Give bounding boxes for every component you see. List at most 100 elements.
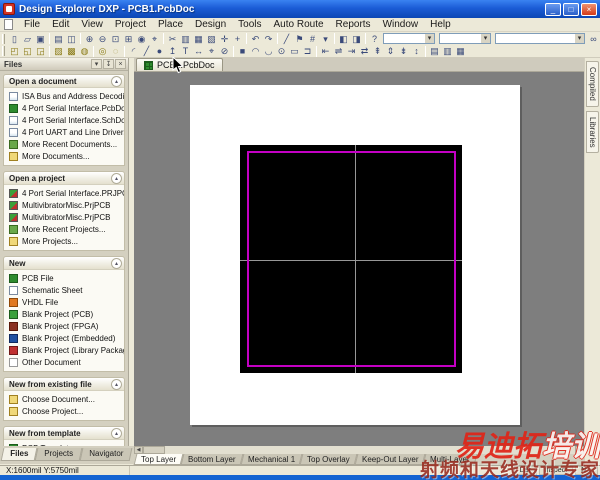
panel-close-icon[interactable]: × <box>115 59 126 69</box>
files-panel-item[interactable]: PCB File <box>4 272 124 284</box>
move-component-icon[interactable]: + <box>231 33 244 45</box>
place-via-icon[interactable]: ↥ <box>166 45 179 57</box>
arc-any-angle-icon[interactable]: ◡ <box>262 45 275 57</box>
files-panel-item[interactable]: Other Document <box>4 356 124 368</box>
section-header[interactable]: New ▴ <box>4 257 124 270</box>
status-button[interactable]: List <box>514 466 537 475</box>
status-button[interactable]: Inspect <box>539 466 574 475</box>
files-panel-item[interactable]: Blank Project (Library Package) <box>4 344 124 356</box>
place-line-icon[interactable]: ╱ <box>140 45 153 57</box>
files-panel-item[interactable]: Schematic Sheet <box>4 284 124 296</box>
zoom-selection-icon[interactable]: ◉ <box>135 33 148 45</box>
panel-tab[interactable]: Navigator <box>80 448 133 461</box>
files-panel-item[interactable]: VHDL File <box>4 296 124 308</box>
files-panel-header[interactable]: Files ▾ ↧ × <box>0 58 128 71</box>
align-right-icon[interactable]: ⇥ <box>345 45 358 57</box>
close-button[interactable]: × <box>581 3 597 16</box>
cross-probe-icon[interactable]: ⌖ <box>148 33 161 45</box>
section-header[interactable]: New from existing file ▴ <box>4 378 124 391</box>
combo-box-2[interactable]: ▾ <box>439 33 491 44</box>
layer-tab[interactable]: Multi-Layer <box>423 454 477 465</box>
select-region-icon[interactable]: ▧ <box>205 33 218 45</box>
print-icon[interactable]: ▤ <box>52 33 65 45</box>
menu-item[interactable]: File <box>18 19 46 30</box>
distribute-vertical-icon[interactable]: ↕ <box>410 45 423 57</box>
layer-tab[interactable]: Mechanical 1 <box>240 454 302 465</box>
route-all-icon[interactable]: ▨ <box>52 45 65 57</box>
menu-item[interactable]: Place <box>152 19 189 30</box>
menu-item[interactable]: View <box>75 19 109 30</box>
minimize-button[interactable]: _ <box>545 3 561 16</box>
design-rule-check-icon[interactable]: ◎ <box>96 45 109 57</box>
snap-grid-icon[interactable]: # <box>306 33 319 45</box>
fit-board-icon[interactable]: ⊞ <box>122 33 135 45</box>
paste-icon[interactable]: ▦ <box>192 33 205 45</box>
toolbar-grip[interactable] <box>2 46 5 56</box>
zoom-in-icon[interactable]: ⊕ <box>83 33 96 45</box>
align-vertical-center-icon[interactable]: ⇕ <box>384 45 397 57</box>
menu-item[interactable]: Window <box>377 19 425 30</box>
align-horizontal-center-icon[interactable]: ⇌ <box>332 45 345 57</box>
copy-icon[interactable]: ▥ <box>179 33 192 45</box>
grid-dropdown-icon[interactable]: ▾ <box>319 33 332 45</box>
place-coordinate-icon[interactable]: ⌖ <box>205 45 218 57</box>
menu-item[interactable]: Auto Route <box>268 19 330 30</box>
right-panel-tab[interactable]: Compiled <box>586 61 599 107</box>
place-fill-icon[interactable]: ■ <box>236 45 249 57</box>
restore-button[interactable]: □ <box>563 3 579 16</box>
place-room-icon[interactable]: ⊐ <box>301 45 314 57</box>
undo-icon[interactable]: ↶ <box>249 33 262 45</box>
files-panel-item[interactable]: More Recent Documents... <box>4 138 124 150</box>
files-panel-item[interactable]: Blank Project (FPGA) <box>4 320 124 332</box>
files-panel-item[interactable]: Choose Document... <box>4 393 124 405</box>
combo-box-1[interactable]: ▾ <box>383 33 435 44</box>
arrange-within-room-icon[interactable]: ▤ <box>428 45 441 57</box>
layer-tab[interactable]: Top Overlay <box>299 454 356 465</box>
status-button[interactable]: N... <box>575 466 598 475</box>
files-panel-item[interactable]: 4 Port Serial Interface.SchDoc <box>4 114 124 126</box>
distribute-horizontal-icon[interactable]: ⇄ <box>358 45 371 57</box>
next-document-icon[interactable]: ◨ <box>350 33 363 45</box>
align-top-icon[interactable]: ⇞ <box>371 45 384 57</box>
menu-item[interactable]: Reports <box>330 19 377 30</box>
place-arc-edge-icon[interactable]: ◜ <box>127 45 140 57</box>
position-component-text-icon[interactable]: ▦ <box>454 45 467 57</box>
new-document-icon[interactable]: ▯ <box>8 33 21 45</box>
netlist-manager-icon[interactable]: ◍ <box>78 45 91 57</box>
collapse-chevron-icon[interactable]: ▴ <box>111 173 122 184</box>
files-panel-item[interactable]: MultivibratorMisc.PrjPCB <box>4 211 124 223</box>
files-panel-item[interactable]: MultivibratorMisc.PrjPCB <box>4 199 124 211</box>
right-panel-tab[interactable]: Libraries <box>586 111 599 154</box>
unroute-all-icon[interactable]: ▩ <box>65 45 78 57</box>
place-rectangle-icon[interactable]: ▭ <box>288 45 301 57</box>
chevron-down-icon[interactable]: ▾ <box>481 34 490 43</box>
files-panel-item[interactable]: More Recent Projects... <box>4 223 124 235</box>
filter-icon[interactable]: ∞ <box>587 33 600 45</box>
fit-document-icon[interactable]: ⊡ <box>109 33 122 45</box>
import-changes-icon[interactable]: ◲ <box>34 45 47 57</box>
place-pad-icon[interactable]: ● <box>153 45 166 57</box>
open-document-icon[interactable]: ▱ <box>21 33 34 45</box>
files-panel-item[interactable]: 4 Port UART and Line Drivers.SchDoc <box>4 126 124 138</box>
print-preview-icon[interactable]: ◫ <box>65 33 78 45</box>
files-panel-item[interactable]: More Projects... <box>4 235 124 247</box>
files-panel-item[interactable]: 4 Port Serial Interface.PRJPCB <box>4 187 124 199</box>
previous-document-icon[interactable]: ◧ <box>337 33 350 45</box>
files-panel-item[interactable]: Blank Project (PCB) <box>4 308 124 320</box>
zoom-out-icon[interactable]: ⊖ <box>96 33 109 45</box>
layer-tab[interactable]: Top Layer <box>134 454 184 465</box>
save-document-icon[interactable]: ▣ <box>34 33 47 45</box>
cut-icon[interactable]: ✂ <box>166 33 179 45</box>
files-panel-item[interactable]: Choose Project... <box>4 405 124 417</box>
panel-tab[interactable]: Projects <box>35 448 83 461</box>
files-panel-item[interactable]: 4 Port Serial Interface.PcbDoc <box>4 102 124 114</box>
full-circle-icon[interactable]: ⊙ <box>275 45 288 57</box>
chevron-down-icon[interactable]: ▾ <box>425 34 434 43</box>
combo-box-3[interactable]: ▾ <box>495 33 585 44</box>
clear-selection-icon[interactable]: ✛ <box>218 33 231 45</box>
files-panel-item[interactable]: More Documents... <box>4 150 124 162</box>
place-string-icon[interactable]: T <box>179 45 192 57</box>
board-information-icon[interactable]: ◌ <box>109 45 122 57</box>
title-bar[interactable]: Design Explorer DXP - PCB1.PcbDoc _ □ × <box>0 0 600 18</box>
board-wizard-icon[interactable]: ◰ <box>8 45 21 57</box>
